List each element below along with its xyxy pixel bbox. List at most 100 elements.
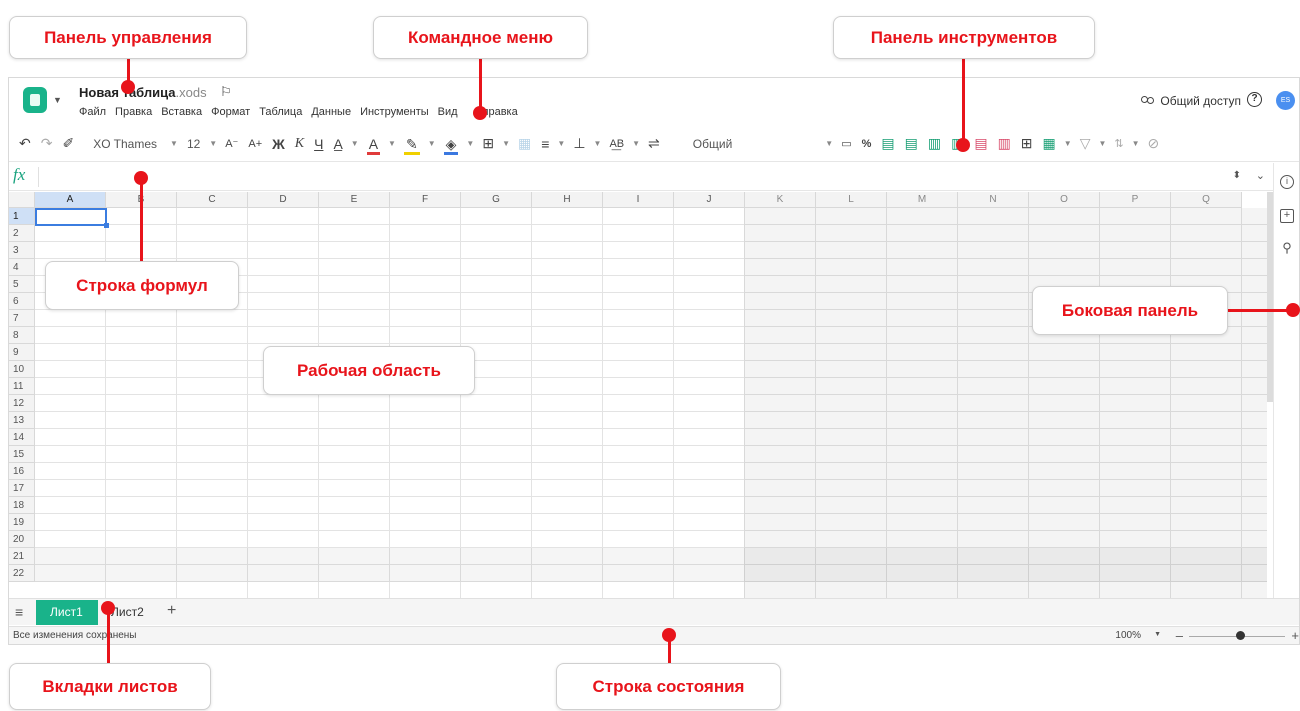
chevron-down-icon[interactable]: ▼ [425, 139, 439, 148]
chevron-down-icon[interactable]: ▼ [554, 139, 568, 148]
help-icon[interactable]: ? [1247, 92, 1262, 107]
add-sheet-button[interactable]: + [167, 602, 176, 620]
row-header[interactable]: 13 [9, 412, 35, 429]
menu-item-edit[interactable]: Правка [115, 106, 152, 118]
row-header[interactable]: 1 [9, 208, 35, 225]
menu-item-data[interactable]: Данные [311, 106, 351, 118]
column-header[interactable]: M [887, 192, 958, 208]
filter-icon[interactable]: ▽ [1075, 135, 1096, 152]
undo-icon[interactable]: ↶ [9, 135, 36, 152]
row-header[interactable]: 22 [9, 565, 35, 582]
row-header[interactable]: 12 [9, 395, 35, 412]
table-style-icon[interactable]: ▦ [1038, 135, 1061, 152]
sort-icon[interactable]: ⇅ [1109, 137, 1128, 150]
text-effects-icon[interactable]: A̲ [328, 136, 347, 152]
currency-format-icon[interactable]: ▭ [836, 137, 856, 150]
flag-icon[interactable]: ⚐ [220, 84, 232, 100]
text-rotate-icon[interactable]: A͟B [604, 138, 629, 150]
link-icon[interactable]: ⊘ [1143, 135, 1165, 152]
row-header[interactable]: 2 [9, 225, 35, 242]
row-header[interactable]: 4 [9, 259, 35, 276]
chevron-down-icon[interactable]: ▼ [499, 139, 513, 148]
chevron-down-icon[interactable]: ▼ [348, 139, 362, 148]
fill-color-icon[interactable]: ◈ [443, 135, 459, 155]
cell-border-icon[interactable]: ⊞ [1016, 135, 1038, 152]
borders-icon[interactable]: ⊞ [477, 135, 499, 152]
search-icon[interactable]: ⚲ [1280, 241, 1294, 255]
column-header[interactable]: P [1100, 192, 1171, 208]
merge-cells-icon[interactable]: ▦ [513, 135, 536, 152]
row-header[interactable]: 10 [9, 361, 35, 378]
insert-icon[interactable]: + [1280, 209, 1294, 223]
chevron-down-icon[interactable]: ▼ [385, 139, 399, 148]
info-icon[interactable]: i [1280, 175, 1294, 189]
chevron-down-icon[interactable]: ▼ [1129, 139, 1143, 148]
row-header[interactable]: 11 [9, 378, 35, 395]
insert-row-above-icon[interactable]: ▤ [876, 135, 899, 152]
wrap-text-icon[interactable]: ⇌ [643, 135, 665, 152]
zoom-value[interactable]: 100% [1115, 630, 1141, 641]
row-header[interactable]: 19 [9, 514, 35, 531]
font-size-select[interactable]: 12 [181, 137, 206, 151]
font-family-select[interactable]: XO Thames [79, 137, 167, 151]
row-header[interactable]: 16 [9, 463, 35, 480]
column-header[interactable]: J [674, 192, 745, 208]
column-header[interactable]: E [319, 192, 390, 208]
redo-icon[interactable]: ↷ [36, 135, 58, 152]
menu-icon[interactable]: ≡ [15, 604, 23, 620]
chevron-down-icon[interactable]: ▼ [167, 139, 181, 148]
menu-item-table[interactable]: Таблица [259, 106, 302, 118]
chevron-down-icon[interactable]: ▼ [1154, 631, 1161, 638]
chevron-down-icon[interactable]: ▼ [629, 139, 643, 148]
column-header[interactable]: K [745, 192, 816, 208]
column-header[interactable]: A [35, 192, 106, 208]
zoom-in-button[interactable]: + [1291, 628, 1299, 643]
column-header[interactable]: N [958, 192, 1029, 208]
row-header[interactable]: 21 [9, 548, 35, 565]
chevron-down-icon[interactable]: ▼ [1095, 139, 1109, 148]
function-icon[interactable]: fx [13, 165, 25, 185]
menu-item-file[interactable]: Файл [79, 106, 106, 118]
share-button[interactable]: Общий доступ [1140, 94, 1241, 108]
column-header[interactable]: Q [1171, 192, 1242, 208]
row-header[interactable]: 18 [9, 497, 35, 514]
row-header[interactable]: 20 [9, 531, 35, 548]
delete-column-icon[interactable]: ▥ [993, 135, 1016, 152]
underline-button[interactable]: Ч [309, 136, 328, 152]
column-header[interactable]: H [532, 192, 603, 208]
chevron-down-icon[interactable]: ⌄ [1256, 169, 1265, 182]
chevron-down-icon[interactable]: ▼ [591, 139, 605, 148]
row-header[interactable]: 9 [9, 344, 35, 361]
row-header[interactable]: 7 [9, 310, 35, 327]
insert-column-left-icon[interactable]: ▥ [923, 135, 946, 152]
row-header[interactable]: 14 [9, 429, 35, 446]
percent-icon[interactable]: % [857, 138, 877, 150]
column-header[interactable]: I [603, 192, 674, 208]
zoom-slider-handle[interactable] [1236, 631, 1245, 640]
menu-item-format[interactable]: Формат [211, 106, 250, 118]
chevron-down-icon[interactable]: ▼ [53, 95, 62, 105]
resize-icon[interactable]: ⬍ [1233, 170, 1241, 181]
menu-item-insert[interactable]: Вставка [161, 106, 202, 118]
column-header[interactable]: D [248, 192, 319, 208]
chevron-down-icon[interactable]: ▼ [463, 139, 477, 148]
sheet-tab-1[interactable]: Лист1 [36, 600, 98, 625]
row-header[interactable]: 17 [9, 480, 35, 497]
highlight-icon[interactable]: ✎ [403, 135, 420, 155]
column-header[interactable]: C [177, 192, 248, 208]
increase-font-button[interactable]: A+ [243, 138, 267, 150]
avatar[interactable]: ES [1276, 91, 1295, 110]
chevron-down-icon[interactable]: ▼ [206, 139, 220, 148]
column-header[interactable]: L [816, 192, 887, 208]
app-logo-icon[interactable] [23, 87, 47, 113]
active-cell[interactable] [35, 208, 109, 228]
column-header[interactable]: O [1029, 192, 1100, 208]
format-painter-icon[interactable]: ✐ [57, 135, 79, 152]
number-format-select[interactable]: Общий [665, 137, 823, 151]
select-all-corner[interactable] [9, 192, 35, 208]
sheet-tab-2[interactable]: Лист2 [111, 600, 144, 625]
row-header[interactable]: 15 [9, 446, 35, 463]
row-header[interactable]: 6 [9, 293, 35, 310]
row-header[interactable]: 3 [9, 242, 35, 259]
column-header[interactable]: G [461, 192, 532, 208]
